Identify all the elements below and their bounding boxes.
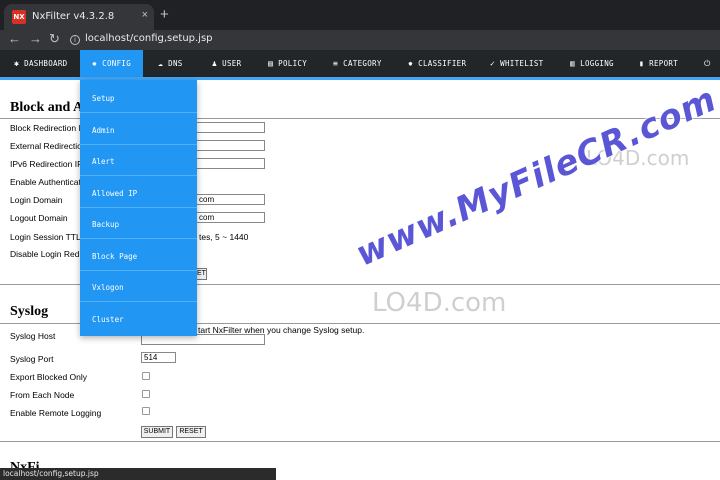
dashboard-icon: ✱	[14, 59, 20, 68]
nav-dashboard[interactable]: ✱ DASHBOARD	[14, 50, 67, 77]
url-field[interactable]: i localhost/config,setup.jsp	[70, 33, 213, 47]
syslog-submit-button[interactable]: SUBMIT	[141, 426, 173, 438]
menu-item-label: Block Page	[92, 252, 138, 261]
menu-item-allowed-ip[interactable]: Allowed IP	[80, 177, 197, 208]
section-divider	[0, 441, 720, 442]
nav-dns[interactable]: ☁ DNS	[158, 50, 183, 77]
menu-item-setup[interactable]: Setup	[80, 82, 197, 113]
nav-label: WHITELIST	[500, 59, 544, 68]
field-label: External Redirectio	[10, 141, 82, 151]
from-each-node-checkbox[interactable]	[142, 390, 150, 398]
enable-remote-logging-checkbox[interactable]	[142, 407, 150, 415]
menu-item-label: Admin	[92, 126, 115, 135]
field-label: Login Domain	[10, 195, 63, 205]
ipv6-redirection-input[interactable]	[196, 158, 265, 169]
nxfilter-favicon-icon: NX	[12, 10, 26, 24]
field-label: Export Blocked Only	[10, 372, 88, 382]
nav-label: DNS	[168, 59, 183, 68]
menu-item-label: Setup	[92, 94, 115, 103]
new-tab-icon[interactable]: +	[160, 6, 169, 23]
check-circle-icon: ✓	[490, 59, 496, 68]
nav-user[interactable]: ♟ USER	[212, 50, 241, 77]
section-title-syslog: Syslog	[10, 304, 49, 319]
nav-classifier[interactable]: ✸ CLASSIFIER	[408, 50, 466, 77]
export-blocked-only-checkbox[interactable]	[142, 372, 150, 380]
menu-item-label: Backup	[92, 220, 120, 229]
login-domain-input[interactable]: com	[196, 194, 265, 205]
site-info-icon[interactable]: i	[70, 35, 80, 45]
list-icon: ≡	[333, 59, 339, 68]
nav-config[interactable]: ✹ CONFIG	[80, 50, 144, 77]
nav-label: REPORT	[649, 59, 679, 68]
nav-report[interactable]: ▮ REPORT	[639, 50, 678, 77]
reset-button[interactable]: ET	[196, 268, 207, 280]
nav-label: POLICY	[278, 59, 308, 68]
menu-item-label: Cluster	[92, 315, 124, 324]
field-label: Syslog Host	[10, 331, 56, 341]
menu-item-block-page[interactable]: Block Page	[80, 240, 197, 271]
menu-item-label: Vxlogon	[92, 283, 124, 292]
logout-domain-input[interactable]: com	[196, 212, 265, 223]
tab-title: NxFilter v4.3.2.8	[32, 11, 115, 22]
chart-icon: ▮	[639, 59, 645, 68]
field-label: From Each Node	[10, 390, 75, 400]
status-bar-url: localhost/config,setup.jsp	[0, 468, 276, 480]
field-label: Enable Remote Logging	[10, 408, 102, 418]
nav-logging[interactable]: ▥ LOGGING	[570, 50, 614, 77]
menu-item-cluster[interactable]: Cluster	[80, 303, 197, 334]
lo4d-watermark: LO4D.com	[372, 288, 507, 318]
nav-logout[interactable]: ⏻	[704, 50, 716, 77]
cloud-icon: ☁	[158, 59, 164, 68]
back-arrow-icon[interactable]: ←	[8, 31, 21, 46]
field-label: Disable Login Redi	[10, 249, 82, 259]
nav-label: CONFIG	[102, 59, 132, 68]
close-tab-icon[interactable]: ×	[142, 9, 148, 21]
section-title-block: Block and Au	[10, 100, 91, 115]
nav-label: CLASSIFIER	[418, 59, 467, 68]
field-label: Login Session TTL	[10, 232, 81, 242]
nav-whitelist[interactable]: ✓ WHITELIST	[490, 50, 543, 77]
menu-item-admin[interactable]: Admin	[80, 114, 197, 145]
external-redirection-input[interactable]	[196, 140, 265, 151]
field-label: Logout Domain	[10, 213, 68, 223]
syslog-port-input[interactable]: 514	[141, 352, 176, 363]
menu-item-vxlogon[interactable]: Vxlogon	[80, 271, 197, 302]
url-text: localhost/config,setup.jsp	[85, 33, 213, 44]
nav-policy[interactable]: ▤ POLICY	[268, 50, 307, 77]
nav-label: CATEGORY	[343, 59, 382, 68]
browser-tab[interactable]: NX NxFilter v4.3.2.8 ×	[4, 4, 154, 30]
document-icon: ▤	[268, 59, 274, 68]
field-label: Enable Authenticat	[10, 177, 81, 187]
browser-tab-strip: NX NxFilter v4.3.2.8 × +	[0, 0, 720, 30]
log-icon: ▥	[570, 59, 576, 68]
forward-arrow-icon[interactable]: →	[29, 31, 42, 46]
menu-item-label: Allowed IP	[92, 189, 138, 198]
nav-label: USER	[222, 59, 242, 68]
main-nav: ✱ DASHBOARD ✹ CONFIG ☁ DNS ♟ USER ▤ POLICY ≡ C…	[0, 50, 720, 80]
syslog-reset-button[interactable]: RESET	[176, 426, 206, 438]
ttl-range-hint: tes, 5 ~ 1440	[199, 232, 249, 242]
field-label: Block Redirection I	[10, 123, 81, 133]
field-label: Syslog Port	[10, 354, 54, 364]
power-icon: ⏻	[704, 59, 711, 68]
config-dropdown-menu: Setup Admin Alert Allowed IP Backup Bloc…	[80, 80, 197, 336]
reload-icon[interactable]: ↻	[49, 31, 60, 47]
block-redirection-input[interactable]	[196, 122, 265, 133]
menu-item-backup[interactable]: Backup	[80, 208, 197, 239]
menu-item-label: Alert	[92, 157, 115, 166]
nav-category[interactable]: ≡ CATEGORY	[333, 50, 382, 77]
menu-item-alert[interactable]: Alert	[80, 145, 197, 176]
field-label: IPv6 Redirection IF	[10, 159, 83, 169]
bug-icon: ✸	[408, 59, 414, 68]
gear-icon: ✹	[92, 59, 98, 68]
nav-label: DASHBOARD	[24, 59, 68, 68]
address-bar: ← → ↻ i localhost/config,setup.jsp	[0, 30, 720, 50]
nav-label: LOGGING	[580, 59, 614, 68]
user-icon: ♟	[212, 59, 218, 68]
